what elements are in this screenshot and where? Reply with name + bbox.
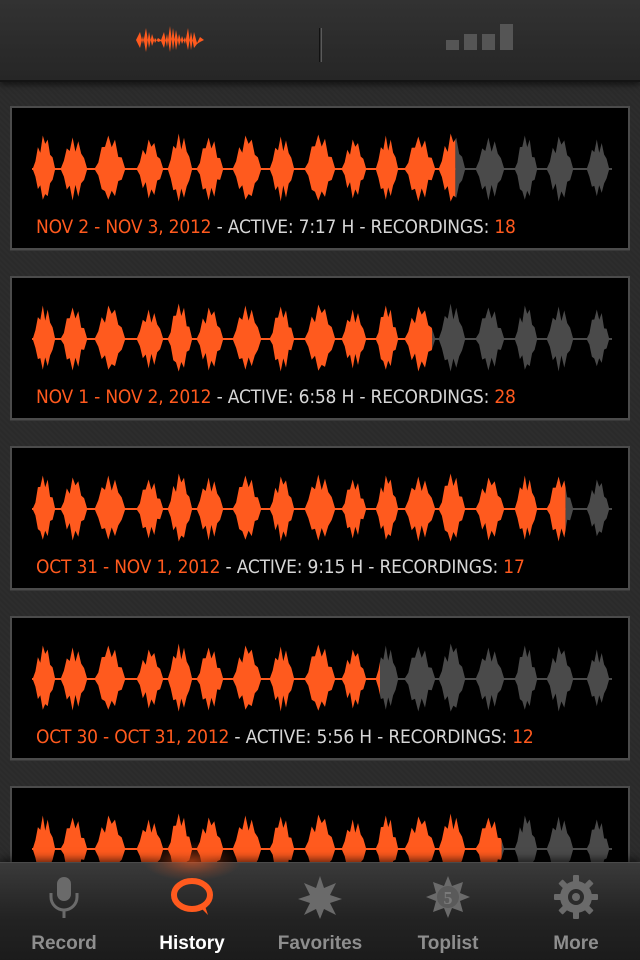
tab-toplist[interactable]: 5 Toplist (384, 863, 512, 960)
history-caption: OCT 30 - OCT 31, 2012 - ACTIVE: 5:56 H -… (36, 725, 534, 749)
history-caption: NOV 2 - NOV 3, 2012 - ACTIVE: 7:17 H - R… (36, 215, 516, 239)
app-screen: NOV 2 - NOV 3, 2012 - ACTIVE: 7:17 H - R… (0, 0, 640, 960)
recording-waveform (32, 643, 612, 712)
history-card[interactable]: NOV 2 - NOV 3, 2012 - ACTIVE: 7:17 H - R… (10, 106, 630, 250)
microphone-icon (49, 877, 79, 918)
waveform-view-button[interactable] (128, 10, 218, 70)
active-label: - ACTIVE: (229, 726, 317, 748)
tab-label: History (159, 933, 225, 954)
toolbar-divider (317, 10, 323, 70)
tab-label: Record (31, 933, 97, 954)
tab-label: Favorites (277, 933, 363, 954)
recordings-label: - RECORDINGS: (371, 726, 513, 748)
active-duration: 6:58 H (298, 386, 355, 408)
history-list[interactable]: NOV 2 - NOV 3, 2012 - ACTIVE: 7:17 H - R… (0, 82, 640, 862)
history-card[interactable]: NOV 1 - NOV 2, 2012 - ACTIVE: 6:58 H - R… (10, 276, 630, 420)
tab-label: Toplist (417, 933, 479, 954)
date-range: OCT 31 - NOV 1, 2012 (36, 556, 221, 578)
svg-text:5: 5 (444, 888, 453, 908)
recordings-label: - RECORDINGS: (354, 216, 495, 238)
active-label: - ACTIVE: (211, 386, 299, 408)
active-duration: 5:56 H (316, 726, 372, 748)
tab-record[interactable]: Record (0, 863, 128, 960)
top-toolbar (0, 0, 640, 82)
speech-bubble-icon (171, 878, 213, 915)
tab-bar: Record History Favorites 5 Toplist More (0, 841, 640, 960)
recordings-count: 17 (503, 556, 525, 578)
history-card[interactable]: OCT 31 - NOV 1, 2012 - ACTIVE: 9:15 H - … (10, 446, 630, 590)
tab-label: More (553, 933, 599, 954)
waveform-view-icon (136, 26, 204, 52)
history-caption: OCT 31 - NOV 1, 2012 - ACTIVE: 9:15 H - … (36, 555, 525, 579)
recording-waveform (32, 303, 612, 372)
recordings-count: 28 (494, 386, 516, 408)
history-caption: NOV 1 - NOV 2, 2012 - ACTIVE: 6:58 H - R… (36, 385, 516, 409)
tab-more[interactable]: More (512, 863, 640, 960)
tab-history[interactable]: History (128, 841, 256, 960)
tab-favorites[interactable]: Favorites (256, 863, 384, 960)
active-label: - ACTIVE: (211, 216, 299, 238)
recordings-label: - RECORDINGS: (363, 556, 504, 578)
gear-icon (554, 875, 598, 919)
active-label: - ACTIVE: (220, 556, 308, 578)
recordings-label: - RECORDINGS: (354, 386, 495, 408)
recordings-count: 12 (512, 726, 534, 748)
active-duration: 7:17 H (298, 216, 355, 238)
star-badge-icon (298, 876, 342, 919)
date-range: NOV 2 - NOV 3, 2012 (36, 216, 212, 238)
number-badge-icon: 5 (426, 876, 470, 918)
date-range: NOV 1 - NOV 2, 2012 (36, 386, 212, 408)
level-bars-icon (446, 24, 513, 50)
recording-waveform (32, 473, 612, 542)
recording-waveform (32, 133, 612, 202)
recording-waveform (32, 813, 612, 862)
waveform-recorded (32, 473, 566, 542)
date-range: OCT 30 - OCT 31, 2012 (36, 726, 230, 748)
history-card[interactable] (10, 786, 630, 862)
history-card[interactable]: OCT 30 - OCT 31, 2012 - ACTIVE: 5:56 H -… (10, 616, 630, 760)
level-bars-button[interactable] (440, 10, 524, 70)
recordings-count: 18 (494, 216, 516, 238)
active-duration: 9:15 H (307, 556, 364, 578)
